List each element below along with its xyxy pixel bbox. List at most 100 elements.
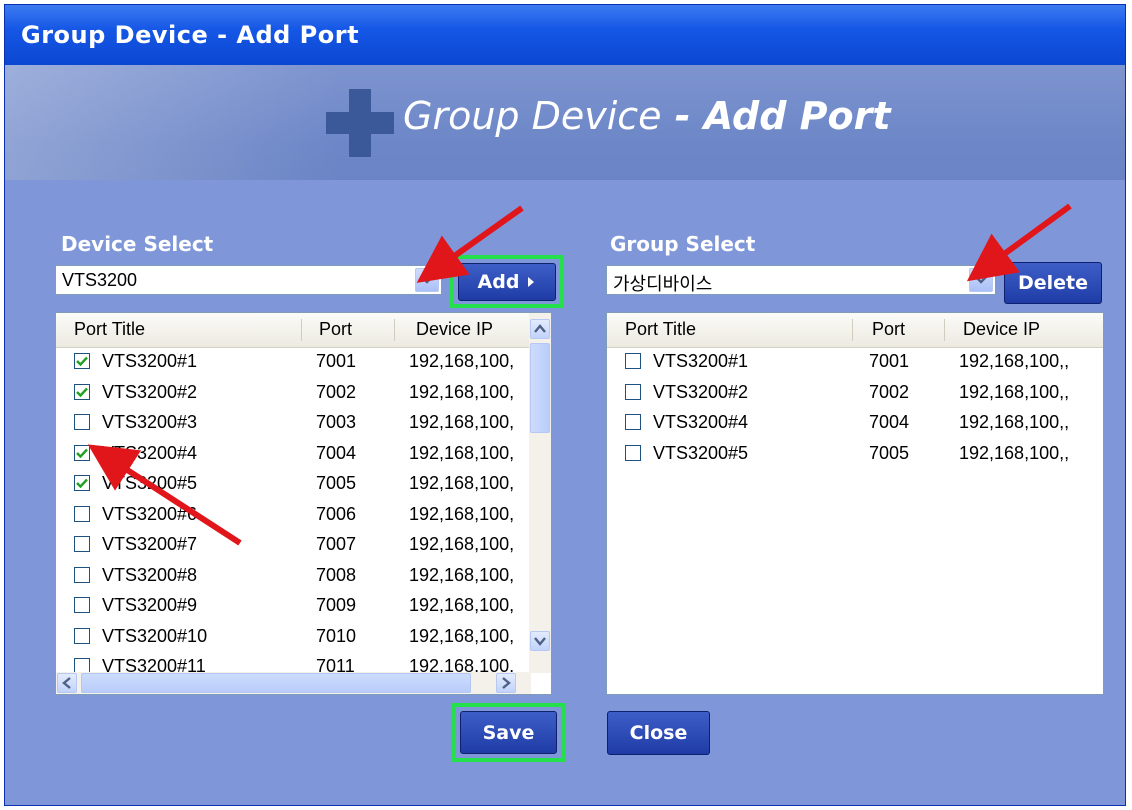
group-select-combobox[interactable]: 가상디바이스 — [606, 265, 996, 295]
port-cell: 7007 — [316, 534, 357, 554]
row-checkbox[interactable] — [74, 475, 90, 491]
port-title-cell: VTS3200#2 — [102, 381, 198, 402]
device-ip-cell: 192,168,100,, — [959, 381, 1070, 402]
port-title-cell: VTS3200#3 — [102, 412, 198, 432]
port-title-cell: VTS3200#9 — [102, 595, 198, 615]
device-ip-cell: 192,168,100,, — [959, 442, 1070, 463]
port-title-cell: VTS3200#1 — [102, 351, 198, 371]
delete-button[interactable]: Delete — [1004, 262, 1102, 304]
row-checkbox[interactable] — [625, 383, 641, 400]
column-header-port[interactable]: Port — [872, 319, 905, 340]
title-bar[interactable]: Group Device - Add Port — [5, 5, 1125, 65]
row-checkbox[interactable] — [74, 444, 90, 461]
port-title-cell: VTS3200#10 — [102, 625, 208, 646]
plus-icon — [326, 89, 394, 157]
device-ip-cell: 192,168,100, — [409, 595, 515, 615]
list-row[interactable]: VTS3200#4 7004 192,168,100,, — [607, 408, 1077, 438]
list-row[interactable]: VTS3200#5 7005 192,168,100, — [56, 469, 526, 499]
add-button[interactable]: Add — [458, 263, 556, 301]
device-select-value: VTS3200 — [62, 270, 138, 290]
list-row[interactable]: VTS3200#3 7003 192,168,100, — [56, 408, 526, 438]
checkmark-icon — [76, 387, 88, 397]
dropdown-chevron-icon[interactable] — [969, 268, 993, 292]
row-checkbox[interactable] — [74, 505, 90, 522]
row-checkbox[interactable] — [74, 383, 90, 400]
device-ip-cell: 192,168,100, — [409, 442, 515, 463]
row-checkbox[interactable] — [625, 414, 641, 430]
play-arrow-icon — [528, 277, 535, 287]
device-ip-cell: 192,168,100, — [409, 564, 515, 585]
list-row[interactable]: VTS3200#2 7002 192,168,100,, — [607, 378, 1077, 408]
close-button[interactable]: Close — [607, 711, 710, 755]
scroll-up-icon[interactable] — [530, 319, 550, 339]
list-row[interactable]: VTS3200#2 7002 192,168,100, — [56, 378, 526, 408]
header-title: Group Device - Add Port — [403, 94, 891, 138]
list-row[interactable]: VTS3200#9 7009 192,168,100, — [56, 591, 526, 621]
column-header-device-ip[interactable]: Device IP — [416, 319, 493, 340]
add-button-label: Add — [477, 271, 520, 293]
row-checkbox[interactable] — [74, 597, 90, 613]
port-cell: 7004 — [316, 442, 357, 463]
device-list-vertical-scrollbar[interactable] — [529, 313, 551, 673]
port-cell: 7002 — [869, 381, 910, 402]
list-row[interactable]: VTS3200#10 7010 192,168,100, — [56, 622, 526, 652]
list-row[interactable]: VTS3200#5 7005 192,168,100,, — [607, 439, 1077, 469]
port-cell: 7005 — [316, 473, 357, 493]
device-ip-cell: 192,168,100,, — [959, 412, 1070, 432]
row-checkbox[interactable] — [625, 444, 641, 461]
port-title-cell: VTS3200#7 — [102, 534, 198, 554]
column-header-port-title[interactable]: Port Title — [625, 319, 696, 340]
row-checkbox[interactable] — [625, 353, 641, 369]
device-select-combobox[interactable]: VTS3200 — [55, 265, 442, 295]
port-cell: 7009 — [316, 595, 357, 615]
port-cell: 7003 — [316, 412, 357, 432]
list-row[interactable]: VTS3200#1 7001 192,168,100, — [56, 347, 526, 377]
port-cell: 7008 — [316, 564, 357, 585]
vertical-scroll-thumb[interactable] — [530, 343, 550, 433]
group-select-label: Group Select — [610, 232, 756, 256]
save-button[interactable]: Save — [460, 711, 557, 754]
scroll-down-icon[interactable] — [530, 631, 550, 651]
device-ip-cell: 192,168,100,, — [959, 351, 1070, 371]
scroll-left-icon[interactable] — [57, 673, 77, 693]
port-title-cell: VTS3200#2 — [653, 381, 749, 402]
header-title-light: Group Device — [403, 94, 662, 138]
port-cell: 7001 — [869, 351, 910, 371]
device-ip-cell: 192,168,100, — [409, 412, 515, 432]
row-checkbox[interactable] — [74, 566, 90, 583]
dropdown-chevron-icon[interactable] — [415, 268, 439, 292]
port-title-cell: VTS3200#1 — [653, 351, 749, 371]
list-row[interactable]: VTS3200#1 7001 192,168,100,, — [607, 347, 1077, 377]
device-port-list[interactable]: Port Title Port Device IP VTS3200#1 7001 1… — [55, 312, 552, 695]
list-row[interactable]: VTS3200#6 7006 192,168,100, — [56, 500, 526, 530]
scroll-right-icon[interactable] — [496, 673, 516, 693]
horizontal-scroll-thumb[interactable] — [81, 673, 471, 693]
device-ip-cell: 192,168,100, — [409, 473, 515, 493]
group-port-list[interactable]: Port Title Port Device IP VTS3200#1 7001 1… — [606, 312, 1104, 695]
device-ip-cell: 192,168,100, — [409, 503, 515, 524]
device-select-label: Device Select — [61, 232, 214, 256]
row-checkbox[interactable] — [74, 414, 90, 430]
device-ip-cell: 192,168,100, — [409, 351, 515, 371]
row-checkbox[interactable] — [74, 353, 90, 369]
port-cell: 7002 — [316, 381, 357, 402]
column-header-port-title[interactable]: Port Title — [74, 319, 145, 340]
list-row[interactable]: VTS3200#4 7004 192,168,100, — [56, 439, 526, 469]
checkmark-icon — [76, 448, 88, 458]
group-select-value: 가상디바이스 — [613, 274, 713, 294]
group-list-header: Port Title Port Device IP — [607, 313, 1103, 348]
port-cell: 7004 — [869, 412, 910, 432]
list-row[interactable]: VTS3200#8 7008 192,168,100, — [56, 561, 526, 591]
list-row[interactable]: VTS3200#7 7007 192,168,100, — [56, 530, 526, 560]
device-list-horizontal-scrollbar[interactable] — [56, 672, 531, 694]
row-checkbox[interactable] — [74, 627, 90, 644]
port-title-cell: VTS3200#5 — [102, 473, 198, 493]
device-ip-cell: 192,168,100, — [409, 534, 515, 554]
row-checkbox[interactable] — [74, 536, 90, 552]
window-title: Group Device - Add Port — [21, 21, 360, 49]
column-header-device-ip[interactable]: Device IP — [963, 319, 1040, 340]
port-cell: 7001 — [316, 351, 357, 371]
port-cell: 7005 — [869, 442, 910, 463]
device-ip-cell: 192,168,100, — [409, 625, 515, 646]
column-header-port[interactable]: Port — [319, 319, 352, 340]
